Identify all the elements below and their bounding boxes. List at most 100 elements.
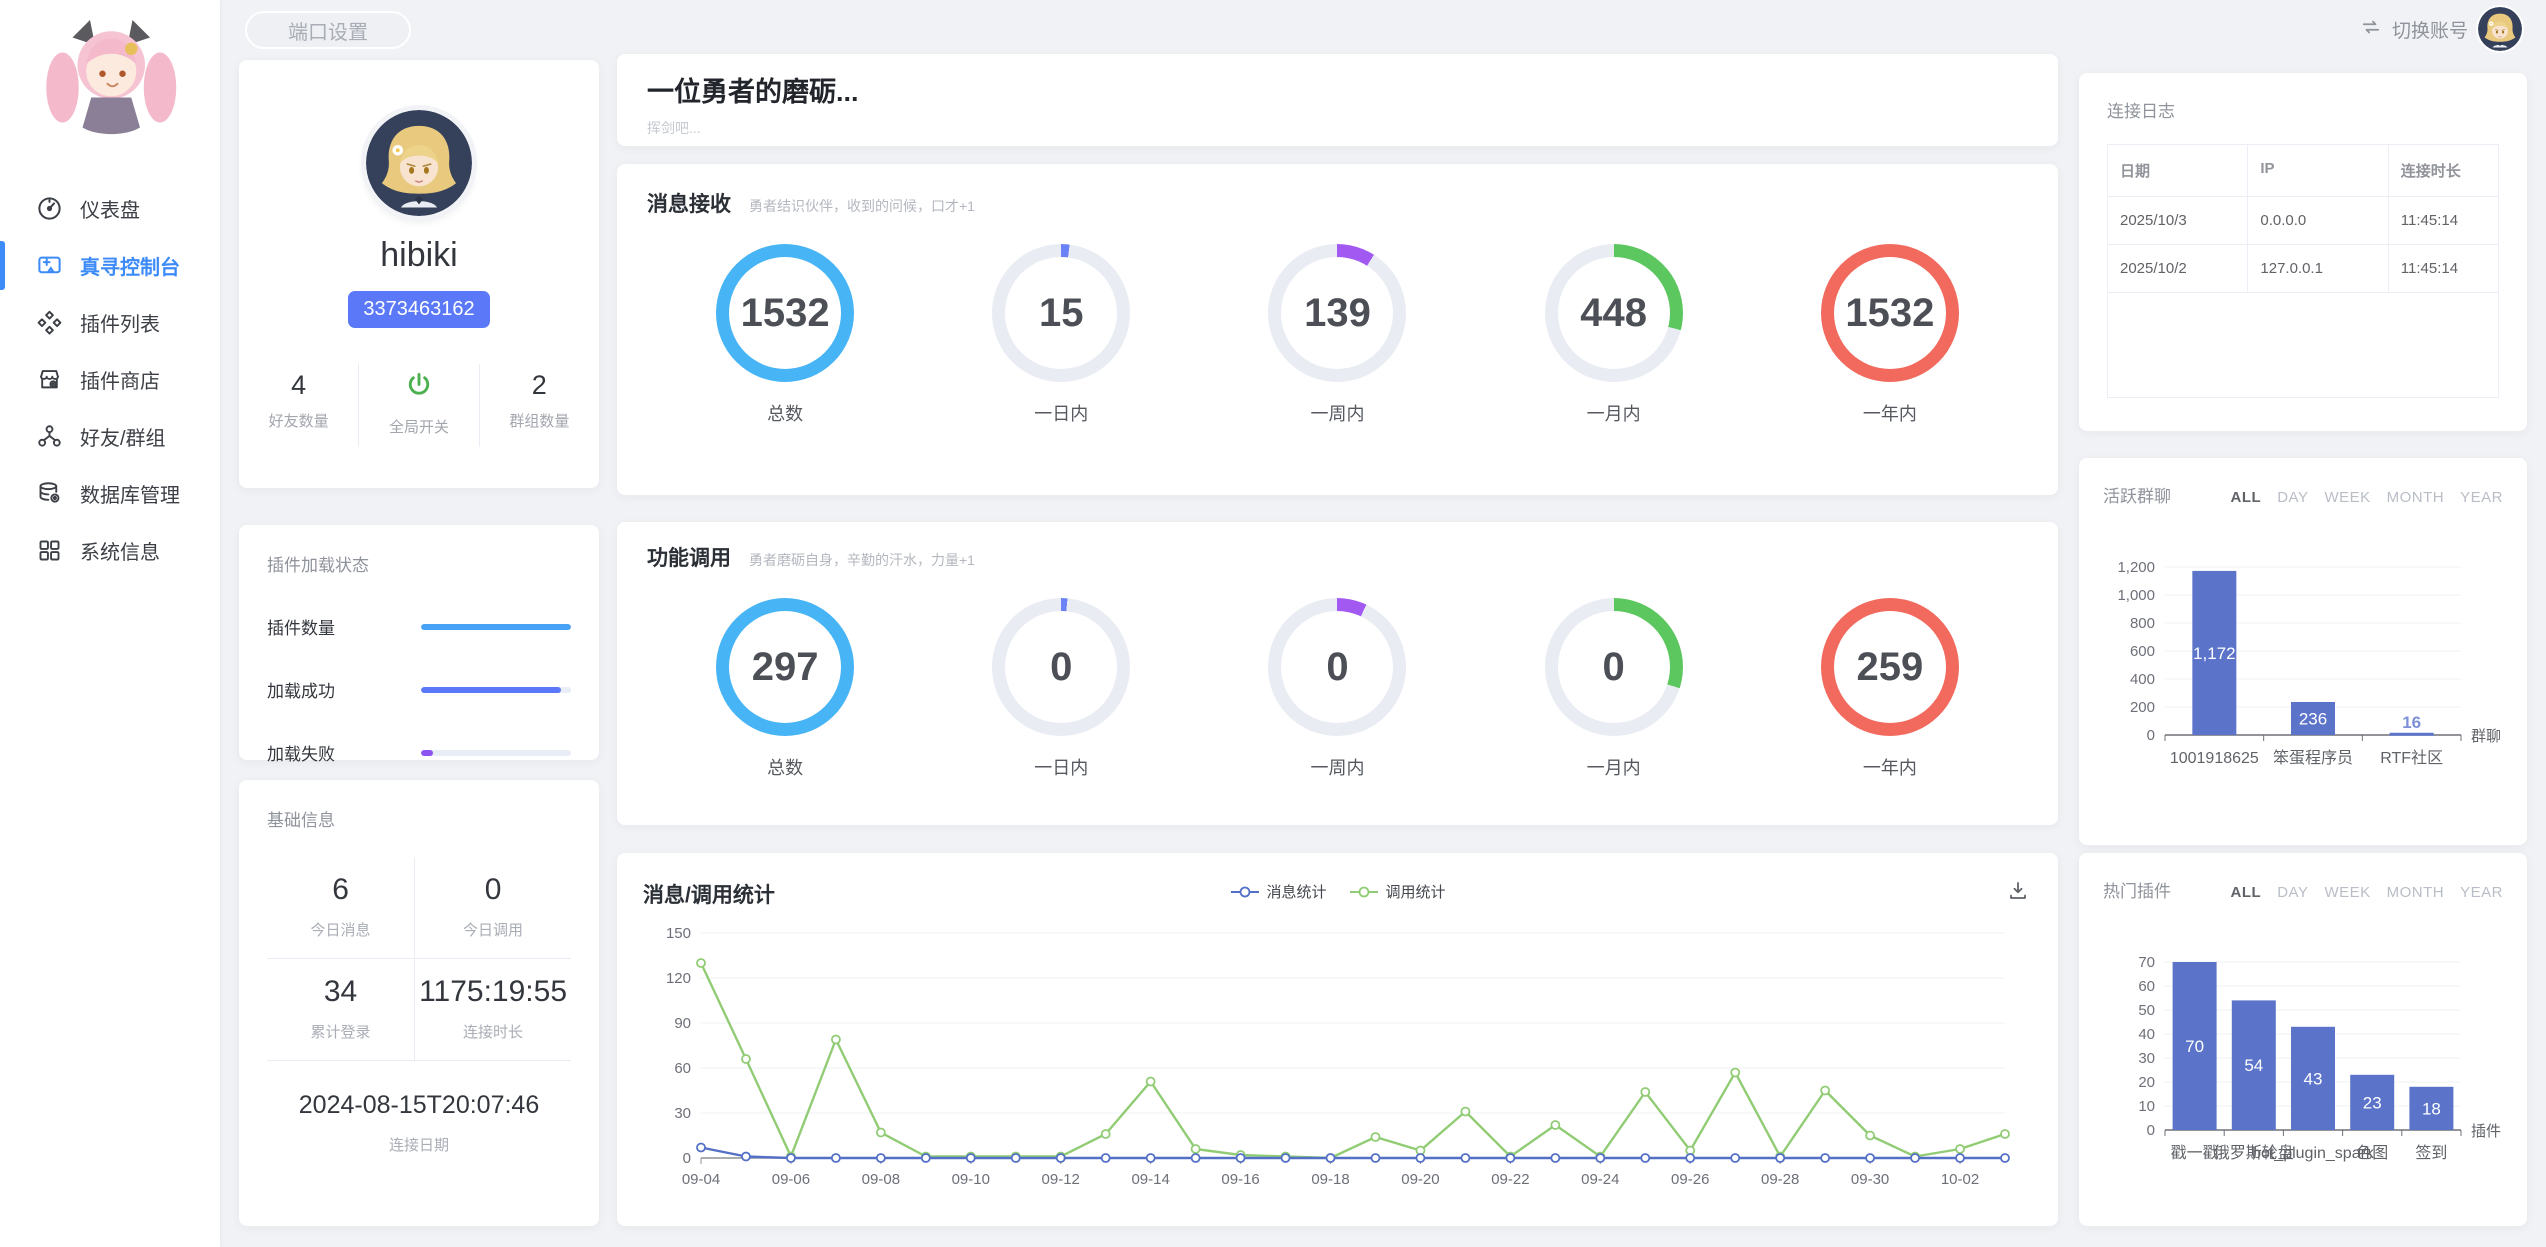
- profile-id-badge: 3373463162: [348, 291, 489, 328]
- gauge: 1532 一年内: [1821, 244, 1959, 426]
- friend-count: 4 好友数量: [239, 364, 358, 447]
- svg-text:签到: 签到: [2415, 1144, 2447, 1162]
- sidebar-item-database[interactable]: 数据库管理: [0, 465, 220, 522]
- global-switch[interactable]: 全局开关: [358, 364, 478, 447]
- legend-marker-icon: [1229, 885, 1259, 899]
- progress-bar: [421, 624, 571, 630]
- svg-text:90: 90: [674, 1015, 691, 1032]
- gauge-ring: 259: [1821, 598, 1959, 736]
- gauge: 259 一年内: [1821, 598, 1959, 780]
- svg-text:0: 0: [683, 1150, 691, 1167]
- account-avatar[interactable]: [2478, 7, 2522, 51]
- port-settings-button[interactable]: 端口设置: [245, 11, 411, 49]
- svg-text:200: 200: [2130, 699, 2155, 716]
- svg-text:戳一戳: 戳一戳: [2171, 1144, 2219, 1162]
- svg-text:50: 50: [2138, 1002, 2155, 1019]
- svg-text:09-16: 09-16: [1221, 1171, 1259, 1188]
- sidebar-item-plugin-store[interactable]: 插件商店: [0, 351, 220, 408]
- tab-all[interactable]: ALL: [2231, 884, 2262, 901]
- svg-text:群聊: 群聊: [2471, 728, 2501, 745]
- svg-text:600: 600: [2130, 643, 2155, 660]
- tab-week[interactable]: WEEK: [2324, 884, 2370, 901]
- tab-day[interactable]: DAY: [2277, 489, 2308, 506]
- gauge-value: 1532: [1845, 291, 1934, 336]
- hot-plugins-bar-chart: 01020304050607070戳一戳54俄罗斯轮盘43bot_plugin_…: [2103, 916, 2503, 1221]
- table-row: 2025/10/3 0.0.0.0 11:45:14: [2108, 197, 2498, 245]
- svg-text:150: 150: [666, 925, 691, 942]
- card-title: 基础信息: [267, 806, 571, 831]
- svg-text:09-06: 09-06: [772, 1171, 810, 1188]
- card-title: 连接日志: [2107, 97, 2499, 122]
- line-chart-card: 消息/调用统计 消息统计 调用统计 030609012015009-0409-0…: [617, 853, 2058, 1226]
- tab-year[interactable]: YEAR: [2460, 884, 2503, 901]
- logo-image: [35, 10, 185, 160]
- gauge: 0 一月内: [1545, 598, 1683, 780]
- group-count: 2 群组数量: [479, 364, 599, 447]
- tab-month[interactable]: MONTH: [2387, 489, 2445, 506]
- tab-day[interactable]: DAY: [2277, 884, 2308, 901]
- svg-text:30: 30: [674, 1105, 691, 1122]
- svg-text:16: 16: [2402, 713, 2421, 732]
- tab-week[interactable]: WEEK: [2324, 489, 2370, 506]
- sidebar-item-label: 插件列表: [80, 308, 160, 337]
- svg-text:09-14: 09-14: [1131, 1171, 1169, 1188]
- card-title: 热门插件: [2103, 877, 2171, 902]
- svg-text:笨蛋程序员: 笨蛋程序员: [2273, 749, 2353, 767]
- hot-plugins-card: 热门插件 ALLDAYWEEKMONTHYEAR 010203040506070…: [2079, 853, 2527, 1226]
- svg-text:120: 120: [666, 970, 691, 987]
- plugin-load-card: 插件加载状态 插件数量 加载成功 加载失败: [239, 525, 599, 760]
- gauge-ring: 0: [1545, 598, 1683, 736]
- range-tabs: ALL DAY WEEK MONTH YEAR: [2231, 884, 2503, 901]
- svg-text:20: 20: [2138, 1074, 2155, 1091]
- profile-card: hibiki 3373463162 4 好友数量 全局开关 2 群组数量: [239, 60, 599, 488]
- active-groups-bar-chart: 02004006008001,0001,2001,172100191862523…: [2103, 521, 2503, 826]
- tab-all[interactable]: ALL: [2231, 489, 2262, 506]
- svg-text:09-22: 09-22: [1491, 1171, 1529, 1188]
- svg-text:60: 60: [674, 1060, 691, 1077]
- switch-account-button[interactable]: 切换账号: [2360, 7, 2522, 51]
- svg-text:236: 236: [2299, 709, 2327, 728]
- svg-text:09-08: 09-08: [862, 1171, 900, 1188]
- legend-item[interactable]: 消息统计: [1229, 881, 1326, 902]
- sidebar-item-friends-groups[interactable]: 好友/群组: [0, 408, 220, 465]
- sidebar-item-plugin-list[interactable]: 插件列表: [0, 294, 220, 351]
- svg-text:09-30: 09-30: [1851, 1171, 1889, 1188]
- avatar-image: [366, 110, 472, 216]
- progress-row: 加载成功: [267, 677, 571, 702]
- svg-text:1,000: 1,000: [2117, 587, 2155, 604]
- card-title: 消息/调用统计: [643, 879, 775, 909]
- power-icon[interactable]: [359, 370, 478, 407]
- gauge-label: 总数: [716, 754, 854, 780]
- card-subtitle: 勇者结识伙伴，收到的问候，口才+1: [749, 196, 975, 216]
- profile-name: hibiki: [239, 236, 599, 275]
- connect-date-label: 连接日期: [267, 1134, 571, 1155]
- download-icon[interactable]: [2006, 879, 2030, 908]
- tab-year[interactable]: YEAR: [2460, 489, 2503, 506]
- gauge-value: 1532: [741, 291, 830, 336]
- svg-text:插件: 插件: [2471, 1123, 2501, 1140]
- progress-row: 插件数量: [267, 614, 571, 639]
- gauge: 297 总数: [716, 598, 854, 780]
- legend-item[interactable]: 调用统计: [1349, 881, 1446, 902]
- connection-log-table: 日期 IP 连接时长 2025/10/3 0.0.0.0 11:45:14 20…: [2107, 144, 2499, 398]
- gauge-ring: 297: [716, 598, 854, 736]
- svg-text:1,172: 1,172: [2193, 644, 2236, 663]
- friends-icon: [36, 423, 63, 450]
- hero-card: 一位勇者的磨砺... 挥剑吧...: [617, 54, 2058, 146]
- gauge-label: 一年内: [1821, 400, 1959, 426]
- gauge-value: 139: [1304, 291, 1371, 336]
- svg-text:400: 400: [2130, 671, 2155, 688]
- sidebar-item-console[interactable]: 真寻控制台: [0, 237, 220, 294]
- sidebar-item-dashboard[interactable]: 仪表盘: [0, 180, 220, 237]
- svg-text:30: 30: [2138, 1050, 2155, 1067]
- svg-text:70: 70: [2185, 1037, 2204, 1056]
- gauge-ring: 0: [992, 598, 1130, 736]
- svg-text:09-18: 09-18: [1311, 1171, 1349, 1188]
- today-messages: 6 今日消息: [267, 857, 414, 959]
- sidebar-item-system-info[interactable]: 系统信息: [0, 522, 220, 579]
- tab-month[interactable]: MONTH: [2387, 884, 2445, 901]
- sidebar-item-label: 真寻控制台: [80, 251, 180, 280]
- system-icon: [36, 537, 63, 564]
- gauge: 0 一周内: [1268, 598, 1406, 780]
- sidebar-item-label: 仪表盘: [80, 194, 140, 223]
